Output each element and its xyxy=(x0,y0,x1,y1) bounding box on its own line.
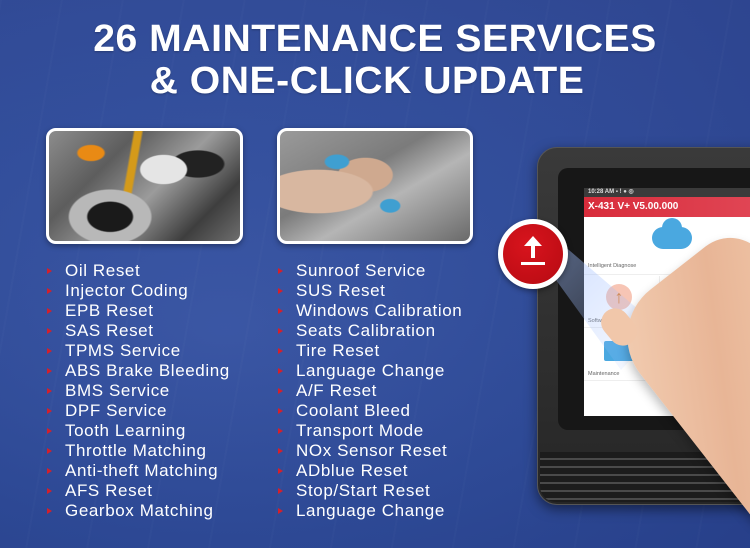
bullet-icon xyxy=(47,448,52,454)
injector-photo xyxy=(277,128,473,244)
bullet-icon xyxy=(47,368,52,374)
bullet-icon xyxy=(278,288,283,294)
services-list-right: Sunroof Service SUS Reset Windows Calibr… xyxy=(277,261,462,521)
list-item: EPB Reset xyxy=(46,301,230,321)
bullet-icon xyxy=(47,328,52,334)
list-item: DPF Service xyxy=(46,401,230,421)
bullet-icon xyxy=(278,508,283,514)
list-item: Gearbox Matching xyxy=(46,501,230,521)
list-item: Coolant Bleed xyxy=(277,401,462,421)
oil-change-photo xyxy=(46,128,243,244)
list-item: SAS Reset xyxy=(46,321,230,341)
list-item: ABS Brake Bleeding xyxy=(46,361,230,381)
bullet-icon xyxy=(47,348,52,354)
list-item: Throttle Matching xyxy=(46,441,230,461)
bullet-icon xyxy=(278,368,283,374)
tile-label: Intelligent Diagnose xyxy=(588,263,637,269)
status-bar: 10:28 AM ▪ ! ● ◎ xyxy=(584,188,750,197)
bullet-icon xyxy=(278,308,283,314)
bullet-icon xyxy=(47,308,52,314)
list-item: Windows Calibration xyxy=(277,301,462,321)
list-item: Seats Calibration xyxy=(277,321,462,341)
list-item: Tire Reset xyxy=(277,341,462,361)
headline-line-2: & ONE-CLICK UPDATE xyxy=(149,60,585,102)
list-item: TPMS Service xyxy=(46,341,230,361)
list-item: SUS Reset xyxy=(277,281,462,301)
headline-line-1: 26 MAINTENANCE SERVICES xyxy=(93,18,657,60)
bullet-icon xyxy=(278,488,283,494)
list-item: Anti-theft Matching xyxy=(46,461,230,481)
bullet-icon xyxy=(47,468,52,474)
services-list-left: Oil Reset Injector Coding EPB Reset SAS … xyxy=(46,261,230,521)
bullet-icon xyxy=(278,408,283,414)
bullet-icon xyxy=(47,488,52,494)
list-item: AFS Reset xyxy=(46,481,230,501)
list-item: NOx Sensor Reset xyxy=(277,441,462,461)
tile-label: Maintenance xyxy=(588,371,620,377)
bullet-icon xyxy=(278,388,283,394)
list-item: Language Change xyxy=(277,361,462,381)
cloud-icon xyxy=(652,218,692,249)
bullet-icon xyxy=(47,428,52,434)
list-item: Sunroof Service xyxy=(277,261,462,281)
list-item: A/F Reset xyxy=(277,381,462,401)
bullet-icon xyxy=(278,448,283,454)
bullet-icon xyxy=(47,508,52,514)
bullet-icon xyxy=(278,328,283,334)
bullet-icon xyxy=(278,268,283,274)
list-item: Injector Coding xyxy=(46,281,230,301)
bullet-icon xyxy=(47,288,52,294)
bullet-icon xyxy=(278,428,283,434)
list-item: Tooth Learning xyxy=(46,421,230,441)
bullet-icon xyxy=(278,468,283,474)
bullet-icon xyxy=(47,268,52,274)
upload-arrow-icon xyxy=(503,224,563,284)
list-item: BMS Service xyxy=(46,381,230,401)
app-title-bar: X-431 V+ V5.00.000 xyxy=(584,197,750,217)
list-item: Oil Reset xyxy=(46,261,230,281)
list-item: ADblue Reset xyxy=(277,461,462,481)
list-item: Language Change xyxy=(277,501,462,521)
status-time: 10:28 AM xyxy=(588,189,615,195)
list-item: Transport Mode xyxy=(277,421,462,441)
bullet-icon xyxy=(278,348,283,354)
one-click-update-badge xyxy=(498,219,568,289)
bullet-icon xyxy=(47,388,52,394)
list-item: Stop/Start Reset xyxy=(277,481,462,501)
bullet-icon xyxy=(47,408,52,414)
